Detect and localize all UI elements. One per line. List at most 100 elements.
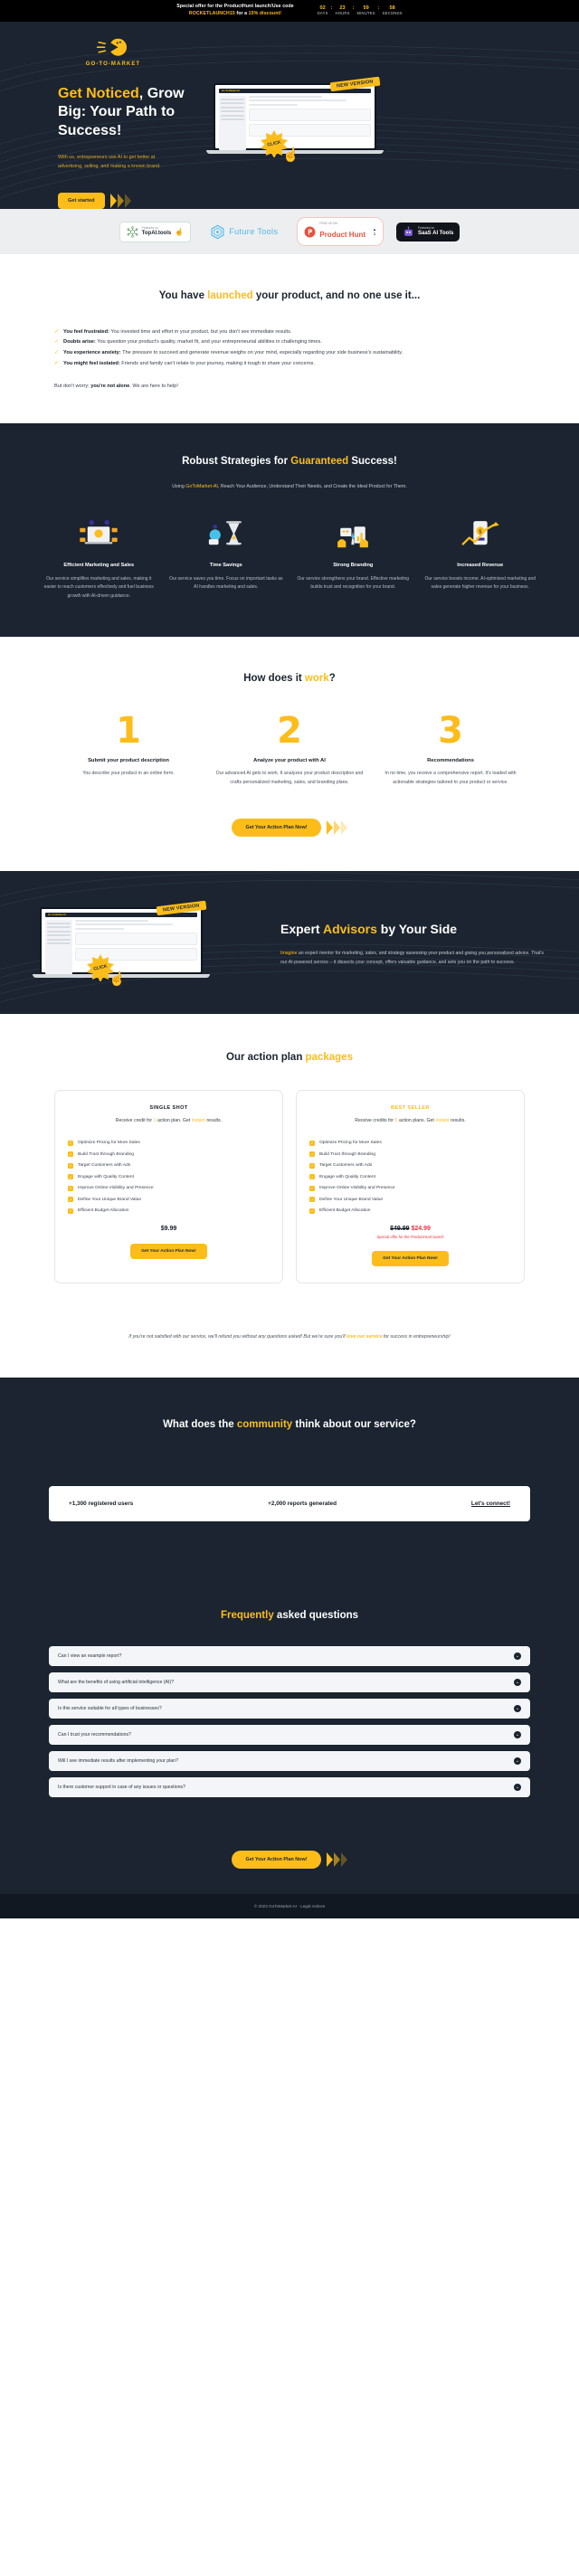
problem-title-accent: launched — [207, 290, 253, 302]
community-title-post: think about our service? — [292, 1418, 416, 1430]
feature-label: Optimize Pricing for More Sales — [319, 1141, 382, 1146]
refund-guarantee: If you're not satisfied with our service… — [0, 1311, 579, 1378]
closing-pre: But don't worry; — [54, 384, 91, 390]
plan-cta-button[interactable]: Get Your Action Plan Now! — [130, 1243, 207, 1259]
faq-item[interactable]: Is this service suitable for all types o… — [49, 1699, 530, 1719]
check-icon: ✓ — [68, 1162, 73, 1169]
logo-topai-tools[interactable]: Featured on TopAI.tools ☝ — [119, 221, 192, 242]
faq-question: Is there customer support in case of any… — [58, 1785, 185, 1791]
problem-closing: But don't worry; you're not alone. We ar… — [54, 384, 525, 389]
plan-sub-accent: instant — [191, 1117, 206, 1123]
check-icon: ✓ — [309, 1151, 315, 1158]
chevron-down-icon[interactable]: ⌄ — [514, 1705, 521, 1713]
feature-label: Efficient Budget Allocation — [319, 1208, 371, 1214]
faq-item[interactable]: Is there customer support in case of any… — [49, 1777, 530, 1798]
pricing-title-accent: packages — [305, 1051, 353, 1063]
faq-item[interactable]: Can I view an example report? ⌄ — [49, 1646, 530, 1667]
feature-label: Define Your Unique Brand Value — [78, 1197, 142, 1202]
connect-link[interactable]: Let's connect! — [471, 1501, 510, 1507]
check-icon: ✓ — [309, 1140, 315, 1146]
brand-logo[interactable]: GO-TO-MARKET — [63, 36, 163, 67]
chevron-down-icon[interactable]: ⌄ — [514, 1653, 521, 1661]
list-item: ✓ Engage with Quality Content — [309, 1174, 511, 1180]
list-item: ✓ Build Trust through Branding — [68, 1151, 270, 1158]
footer-cta-bar: Get Your Action Plan Now! — [0, 1831, 579, 1895]
mock-app-title: Go-To-Market AI — [48, 913, 66, 916]
hero-title: Get Noticed, Grow Big: Your Path to Succ… — [58, 85, 208, 141]
pricing-title-pre: Our action plan — [226, 1051, 306, 1063]
strategies-title-pre: Robust Strategies for — [182, 456, 291, 468]
list-item: ✓ Optimize Pricing for More Sales — [68, 1140, 270, 1146]
logo-topai-text: Featured on TopAI.tools — [142, 226, 172, 237]
logo-saas-text: Featured on SaaS AI Tools — [418, 226, 453, 237]
logo-future-tools[interactable]: Future Tools — [204, 221, 284, 243]
chevron-down-icon[interactable]: ⌄ — [514, 1731, 521, 1739]
how-cta-button[interactable]: Get Your Action Plan Now! — [231, 818, 322, 837]
faq-item[interactable]: Can I trust your recommendations? ⌄ — [49, 1725, 530, 1746]
hero-paragraph: With us, entrepreneurs use AI to get bet… — [58, 154, 161, 169]
strategy-card-title: Strong Branding — [333, 563, 374, 569]
chevron-down-icon[interactable]: ⌄ — [514, 1757, 521, 1766]
guarantee-pre: If you're not satisfied with our service… — [128, 1333, 346, 1340]
promo-mid: for a — [234, 10, 249, 16]
check-icon: ✓ — [68, 1140, 73, 1146]
faq-question: What are the benefits of using artificia… — [58, 1680, 175, 1686]
mock-app-title: Go-To-Market AI — [222, 89, 240, 92]
community-stats-card: +1,300 registered users +2,000 reports g… — [49, 1485, 530, 1521]
problem-title-post: your product, and no one use it... — [252, 290, 421, 302]
how-title-accent: work — [304, 672, 329, 684]
logo-saas-ai-tools[interactable]: Featured on SaaS AI Tools — [396, 222, 460, 242]
countdown-timer: 02 DAYS : 23 HOURS : 59 MINUTES : 58 SEC… — [318, 5, 403, 15]
pointer-hand-icon: ☝ — [109, 971, 126, 987]
footer-cta-button[interactable]: Get Your Action Plan Now! — [231, 1851, 322, 1870]
faq-item[interactable]: What are the benefits of using artificia… — [49, 1672, 530, 1693]
problem-title: You have launched your product, and no o… — [54, 289, 525, 303]
feature-label: Target Customers with Ads — [319, 1163, 373, 1169]
bullet-lead: You feel frustrated: — [63, 328, 109, 335]
chevron-right-icon — [341, 819, 348, 835]
logo-ph-sub: FIND US ON — [319, 221, 337, 225]
plan-cta-button[interactable]: Get Your Action Plan Now! — [372, 1250, 449, 1266]
mock-sidebar — [45, 919, 72, 974]
faq-item[interactable]: Will I see immediate results after imple… — [49, 1751, 530, 1772]
testimonials-placeholder — [0, 1432, 579, 1486]
hero-get-started-button[interactable]: Get started — [58, 192, 105, 209]
how-it-works-section: How does it work? 1 Submit your product … — [0, 637, 579, 871]
strategy-card-desc: Our service saves you time. Focus on imp… — [168, 576, 283, 591]
stat-reports-generated: +2,000 reports generated — [268, 1500, 337, 1507]
plan-sub-mid: action plans. Get — [397, 1117, 436, 1123]
plan-sub-post: results. — [205, 1117, 223, 1123]
list-item: ✓ You might feel isolated: Friends and fa… — [54, 359, 525, 369]
check-icon: ✓ — [68, 1197, 73, 1203]
brand-name: GO-TO-MARKET — [85, 61, 141, 67]
countdown-hours-label: HOURS — [335, 11, 350, 16]
check-icon: ✓ — [309, 1197, 315, 1203]
countdown-minutes-label: MINUTES — [356, 11, 375, 16]
logo-product-hunt[interactable]: FIND US ON Product Hunt ▲ 1 — [297, 216, 384, 247]
step-desc: Our advanced AI gets to work. It analyze… — [215, 770, 364, 785]
check-icon: ✓ — [309, 1185, 315, 1191]
promo-discount: 15% discount! — [248, 10, 282, 16]
laptop-screen: Go-To-Market AI — [214, 82, 376, 150]
strategy-card-title: Increased Revenue — [457, 563, 504, 569]
check-icon: ✓ — [54, 350, 60, 356]
plan-sub-pre: Receive credit for — [115, 1117, 154, 1123]
list-item: ✓ Doubts arise: You question your product… — [54, 337, 525, 347]
logo-saas-name: SaaS AI Tools — [418, 230, 454, 236]
pricing-section: Our action plan packages SINGLE SHOT Rec… — [0, 1013, 579, 1311]
feature-label: Build Trust through Branding — [78, 1151, 134, 1157]
problem-section: You have launched your product, and no o… — [0, 254, 579, 423]
bullet-lead: You might feel isolated: — [63, 361, 120, 367]
feature-label: Efficient Budget Allocation — [78, 1208, 129, 1214]
megaphone-icon — [96, 38, 128, 56]
how-title-pre: How does it — [243, 672, 305, 684]
chevron-down-icon[interactable]: ⌄ — [514, 1679, 521, 1687]
hero-section: GO-TO-MARKET Get Noticed, Grow Big: Your… — [0, 21, 579, 209]
chevron-right-icon — [341, 1852, 348, 1868]
plan-price-new: $24.99 — [411, 1225, 431, 1232]
mock-sidebar — [219, 95, 246, 150]
chevron-down-icon[interactable]: ⌄ — [514, 1784, 521, 1792]
producthunt-upvote[interactable]: ▲ 1 — [373, 227, 376, 236]
plan-subtitle: Receive credits for 5 action plans. Get … — [309, 1117, 511, 1126]
problem-bullet-list: ✓ You feel frustrated: You invested time … — [54, 327, 525, 370]
